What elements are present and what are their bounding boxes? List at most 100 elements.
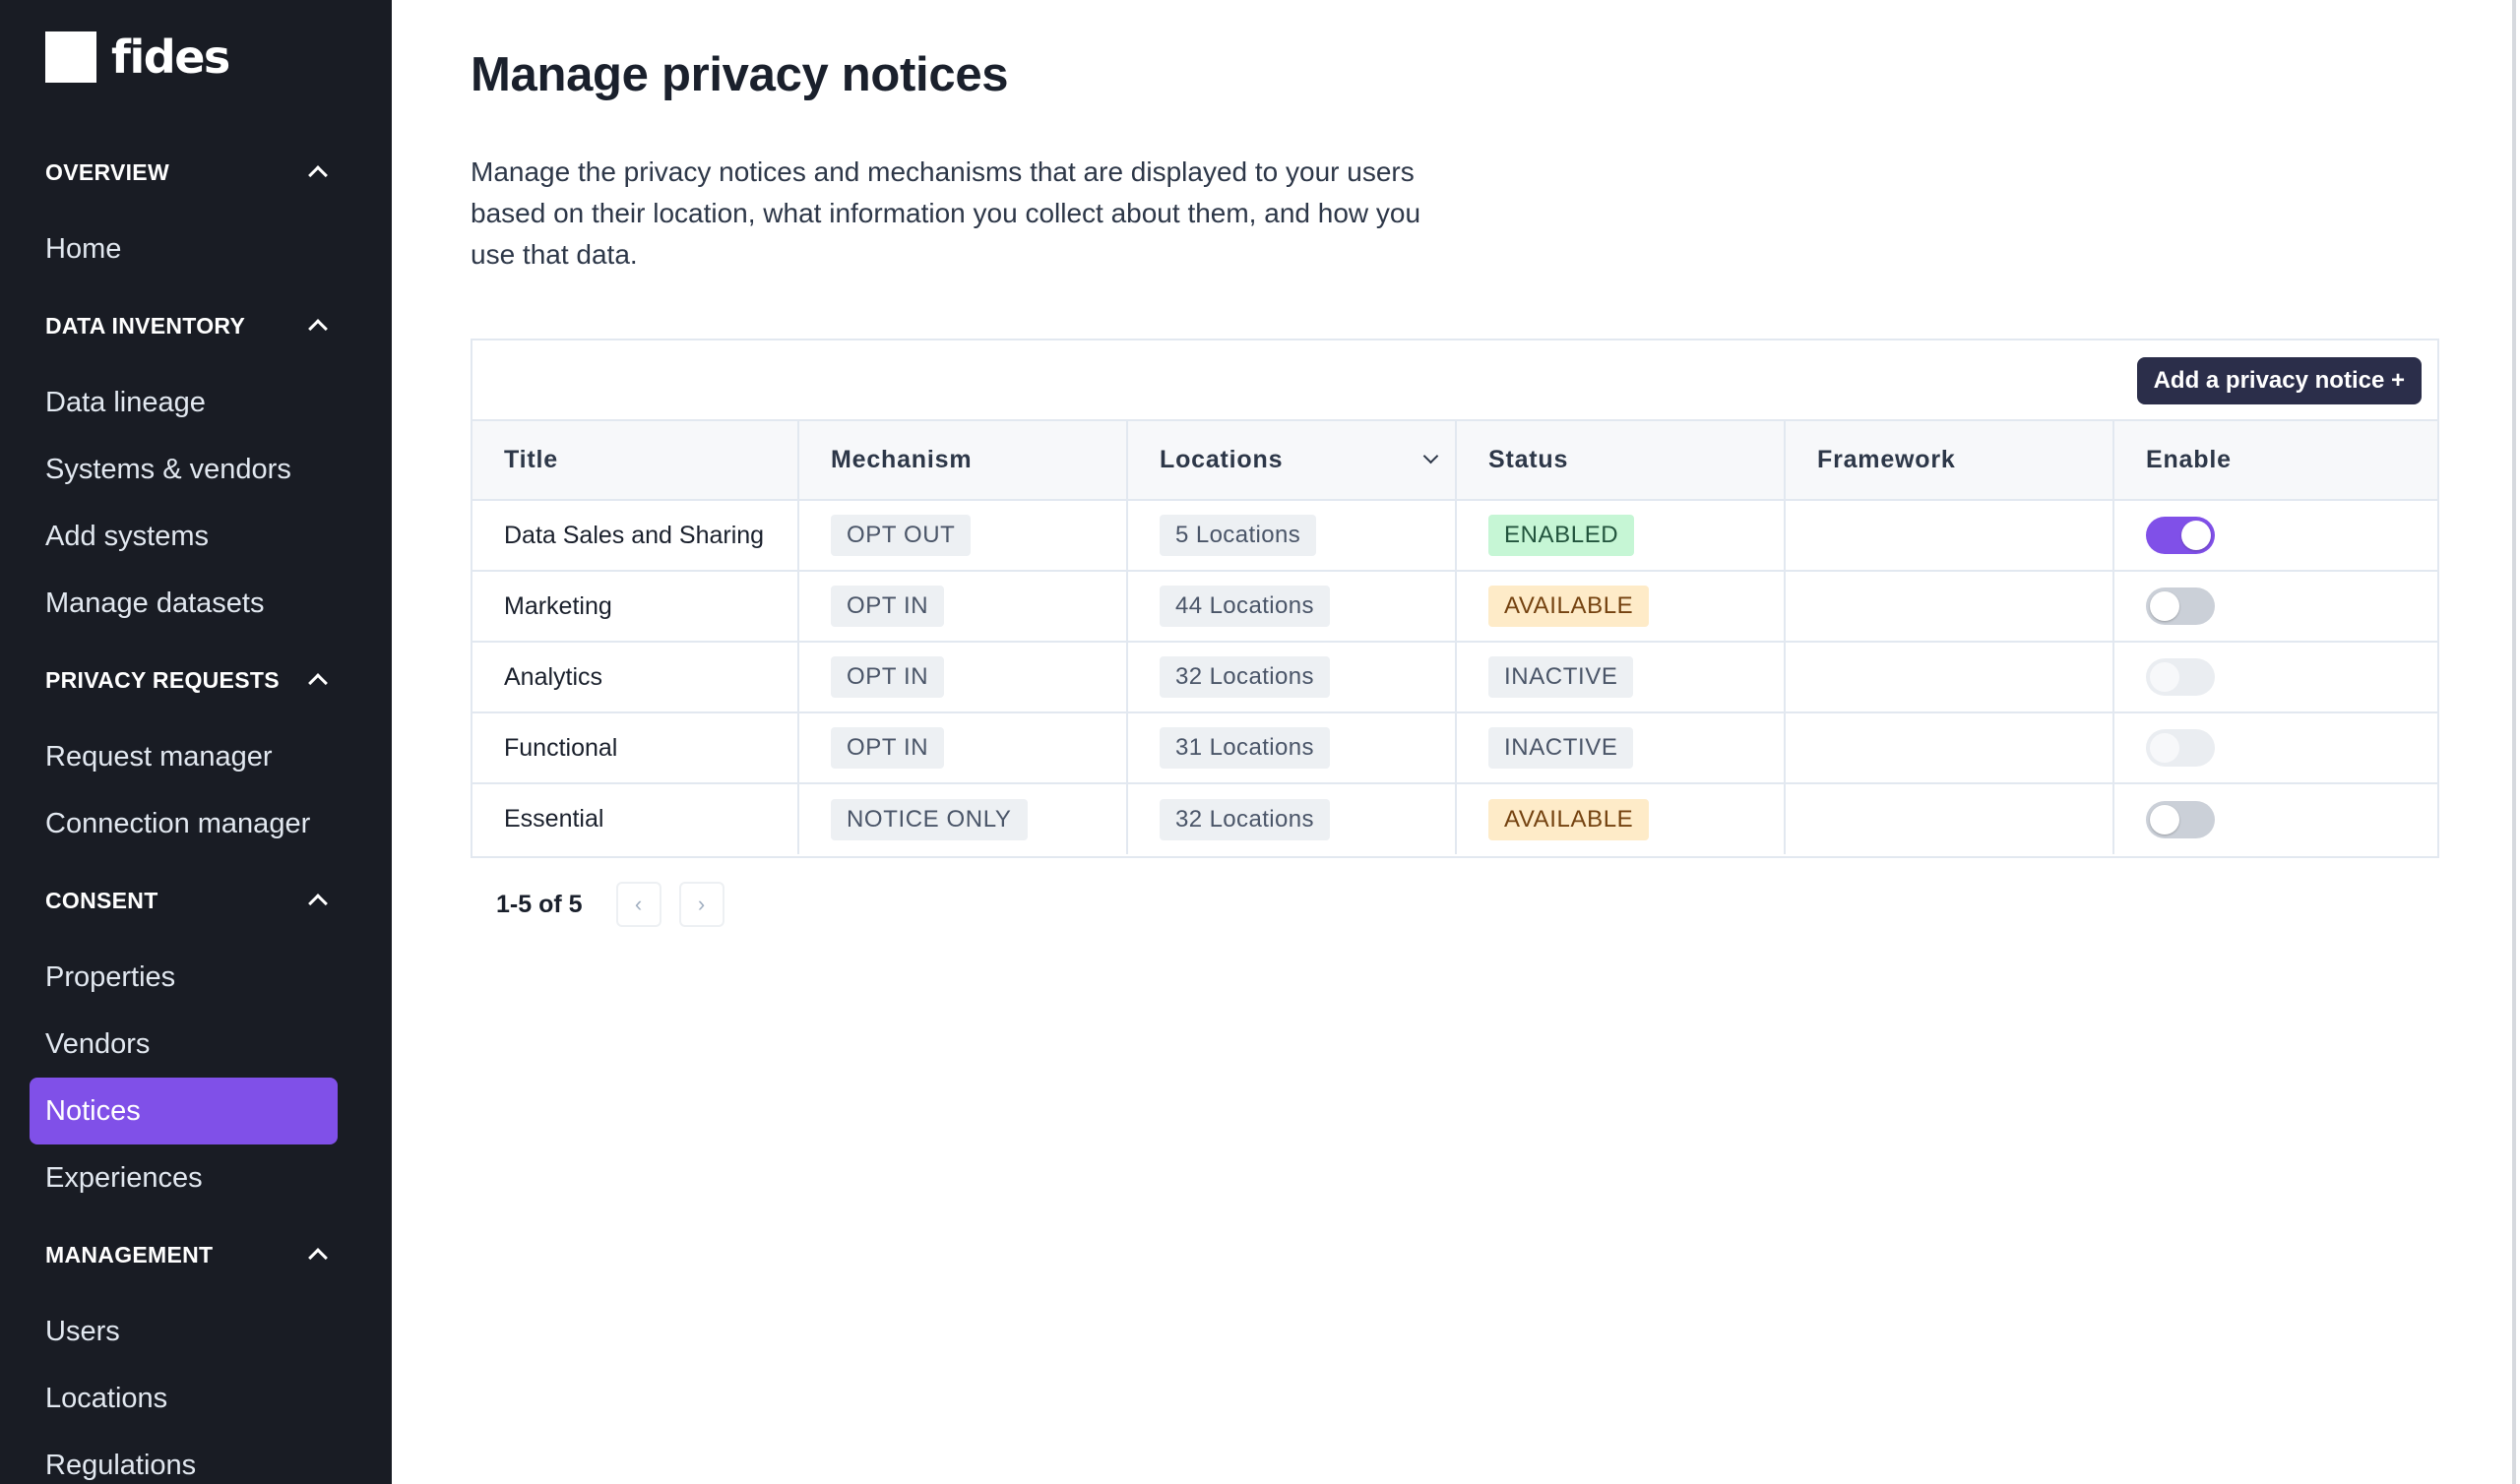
column-header-enable[interactable]: Enable <box>2113 421 2437 501</box>
sidebar-item-properties[interactable]: Properties <box>30 944 338 1011</box>
sidebar-item-users[interactable]: Users <box>30 1298 338 1365</box>
cell-status: ENABLED <box>1456 500 1786 572</box>
cell-locations: 44 Locations <box>1127 571 1457 643</box>
cell-mechanism: OPT IN <box>798 571 1128 643</box>
chevron-right-icon: › <box>697 892 706 916</box>
sidebar-item-manage-datasets[interactable]: Manage datasets <box>30 570 338 637</box>
cell-enable <box>2113 500 2437 572</box>
sidebar-item-notices[interactable]: Notices <box>30 1078 338 1144</box>
table-row[interactable]: Data Sales and Sharing OPT OUT 5 Locatio… <box>472 500 2437 572</box>
page-title: Manage privacy notices <box>471 48 1009 101</box>
cell-mechanism: OPT IN <box>798 642 1128 713</box>
prev-page-button[interactable]: ‹ <box>615 882 662 927</box>
sidebar-item-regulations[interactable]: Regulations <box>30 1432 338 1484</box>
chevron-up-icon <box>303 887 331 914</box>
mechanism-tag: OPT IN <box>831 727 945 769</box>
cell-status: INACTIVE <box>1456 642 1786 713</box>
cell-enable <box>2113 642 2437 713</box>
status-badge: INACTIVE <box>1488 656 1634 698</box>
main-content: Manage privacy notices Manage the privac… <box>392 0 2516 1484</box>
sidebar-item-connection-manager[interactable]: Connection manager <box>30 790 338 857</box>
table-toolbar: Add a privacy notice + <box>472 340 2437 421</box>
locations-tag: 32 Locations <box>1160 798 1330 840</box>
table-header-row: Title Mechanism Locations Status Framewo… <box>472 421 2437 501</box>
sidebar-item-request-manager[interactable]: Request manager <box>30 723 338 790</box>
cell-framework <box>1785 500 2114 572</box>
brand-name: fides <box>111 31 230 84</box>
cell-title: Data Sales and Sharing <box>472 500 799 572</box>
cell-title: Analytics <box>472 642 799 713</box>
nav-group-title: PRIVACY REQUESTS <box>45 666 280 693</box>
column-header-status[interactable]: Status <box>1456 421 1786 501</box>
chevron-up-icon <box>303 666 331 694</box>
locations-tag: 31 Locations <box>1160 727 1330 769</box>
nav-group-overview[interactable]: OVERVIEW <box>45 153 331 192</box>
cell-enable <box>2113 712 2437 784</box>
locations-tag: 44 Locations <box>1160 586 1330 627</box>
locations-tag: 32 Locations <box>1160 656 1330 698</box>
notices-table: Title Mechanism Locations Status Framewo… <box>472 421 2437 854</box>
toggle-knob <box>2150 662 2179 692</box>
cell-enable <box>2113 571 2437 643</box>
enable-toggle[interactable] <box>2146 800 2215 838</box>
chevron-up-icon <box>303 312 331 340</box>
sidebar-item-home[interactable]: Home <box>30 216 338 282</box>
nav-group-title: CONSENT <box>45 887 158 913</box>
enable-toggle[interactable] <box>2146 517 2215 554</box>
column-header-mechanism[interactable]: Mechanism <box>798 421 1128 501</box>
toggle-knob <box>2181 521 2211 550</box>
sidebar-item-vendors[interactable]: Vendors <box>30 1011 338 1078</box>
cell-status: AVAILABLE <box>1456 783 1786 854</box>
column-header-label: Locations <box>1160 446 1284 473</box>
notices-table-container: Add a privacy notice + Title Mechanism L… <box>471 339 2439 858</box>
sidebar-item-add-systems[interactable]: Add systems <box>30 503 338 570</box>
enable-toggle[interactable] <box>2146 729 2215 767</box>
status-badge: INACTIVE <box>1488 727 1634 769</box>
page-count: 1-5 of 5 <box>496 890 583 918</box>
cell-status: AVAILABLE <box>1456 571 1786 643</box>
nav-group-title: DATA INVENTORY <box>45 312 246 339</box>
mechanism-tag: OPT OUT <box>831 515 972 556</box>
cell-title: Essential <box>472 783 799 854</box>
cell-mechanism: NOTICE ONLY <box>798 783 1128 854</box>
status-badge: AVAILABLE <box>1488 798 1650 840</box>
next-page-button[interactable]: › <box>678 882 724 927</box>
cell-mechanism: OPT OUT <box>798 500 1128 572</box>
mechanism-tag: NOTICE ONLY <box>831 798 1028 840</box>
table-row[interactable]: Essential NOTICE ONLY 32 Locations AVAIL… <box>472 783 2437 854</box>
table-row[interactable]: Analytics OPT IN 32 Locations INACTIVE <box>472 642 2437 713</box>
column-header-title[interactable]: Title <box>472 421 799 501</box>
cell-enable <box>2113 783 2437 854</box>
sidebar-item-systems-vendors[interactable]: Systems & vendors <box>30 436 338 503</box>
sidebar-item-locations[interactable]: Locations <box>30 1365 338 1432</box>
nav-group-consent[interactable]: CONSENT <box>45 881 331 920</box>
table-row[interactable]: Marketing OPT IN 44 Locations AVAILABLE <box>472 571 2437 643</box>
add-privacy-notice-button[interactable]: Add a privacy notice + <box>2136 357 2422 404</box>
enable-toggle[interactable] <box>2146 658 2215 696</box>
sidebar: fides OVERVIEW Home DATA INVENTORY Data … <box>0 0 392 1484</box>
nav-group-title: MANAGEMENT <box>45 1241 214 1268</box>
sidebar-item-data-lineage[interactable]: Data lineage <box>30 369 338 436</box>
toggle-knob <box>2150 591 2179 621</box>
nav-group-data-inventory[interactable]: DATA INVENTORY <box>45 306 331 345</box>
cell-locations: 31 Locations <box>1127 712 1457 784</box>
cell-title: Functional <box>472 712 799 784</box>
table-row[interactable]: Functional OPT IN 31 Locations INACTIVE <box>472 712 2437 784</box>
logo-mark <box>45 31 96 83</box>
enable-toggle[interactable] <box>2146 587 2215 625</box>
window-edge <box>2512 0 2516 1484</box>
page-description: Manage the privacy notices and mechanism… <box>471 156 1421 270</box>
column-header-locations[interactable]: Locations <box>1127 421 1457 501</box>
nav-group-management[interactable]: MANAGEMENT <box>45 1235 331 1274</box>
brand-logo[interactable]: fides <box>45 31 230 84</box>
cell-locations: 5 Locations <box>1127 500 1457 572</box>
chevron-down-icon[interactable] <box>1423 451 1437 464</box>
locations-tag: 5 Locations <box>1160 515 1317 556</box>
nav-group-title: OVERVIEW <box>45 158 169 185</box>
nav-group-privacy-requests[interactable]: PRIVACY REQUESTS <box>45 660 331 700</box>
chevron-up-icon <box>303 158 331 186</box>
column-header-framework[interactable]: Framework <box>1785 421 2114 501</box>
cell-framework <box>1785 571 2114 643</box>
pagination: 1-5 of 5 ‹ › <box>496 882 742 927</box>
sidebar-item-experiences[interactable]: Experiences <box>30 1144 338 1211</box>
